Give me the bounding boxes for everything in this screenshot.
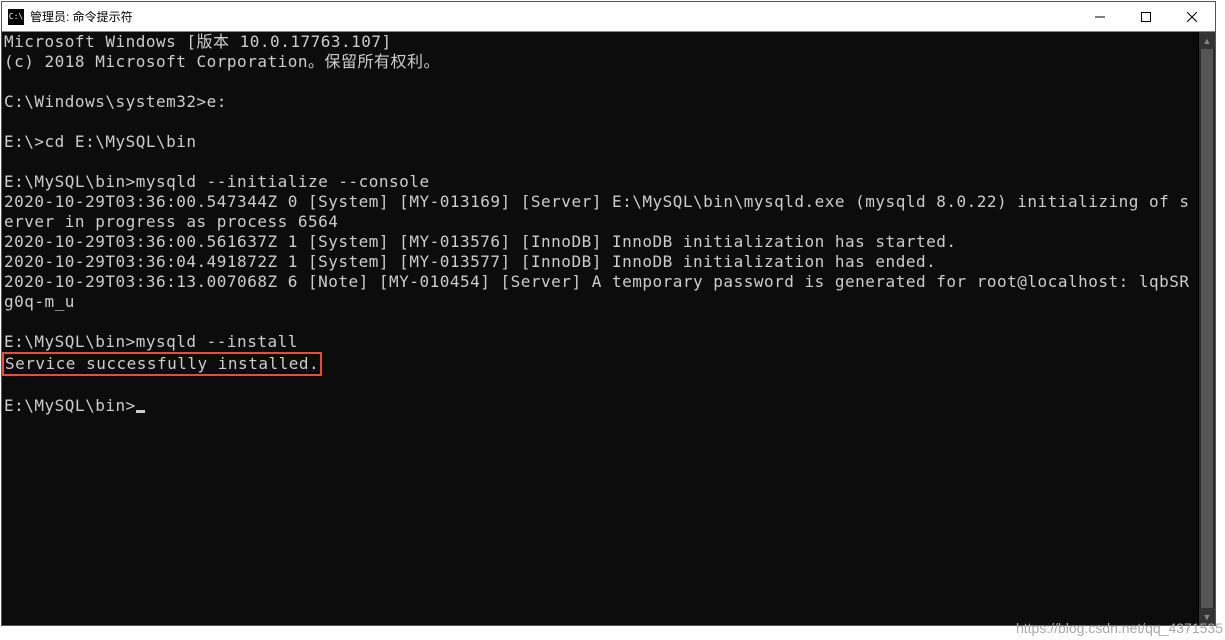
- minimize-button[interactable]: [1077, 2, 1123, 32]
- scroll-down-button[interactable]: ▼: [1199, 608, 1215, 625]
- maximize-button[interactable]: [1123, 2, 1169, 32]
- titlebar[interactable]: C:\ 管理员: 命令提示符: [2, 2, 1215, 32]
- cursor: [136, 410, 145, 413]
- scroll-up-button[interactable]: ▲: [1199, 32, 1215, 49]
- window-title: 管理员: 命令提示符: [30, 8, 133, 25]
- scroll-thumb[interactable]: [1201, 49, 1213, 608]
- close-button[interactable]: [1169, 2, 1215, 32]
- command-prompt-window: C:\ 管理员: 命令提示符 Microsoft Windows [版本 10.…: [1, 1, 1216, 626]
- cmd-icon: C:\: [8, 9, 24, 25]
- scrollbar[interactable]: ▲ ▼: [1198, 32, 1215, 625]
- highlighted-output: Service successfully installed.: [2, 352, 322, 376]
- terminal-output[interactable]: Microsoft Windows [版本 10.0.17763.107] (c…: [2, 32, 1198, 625]
